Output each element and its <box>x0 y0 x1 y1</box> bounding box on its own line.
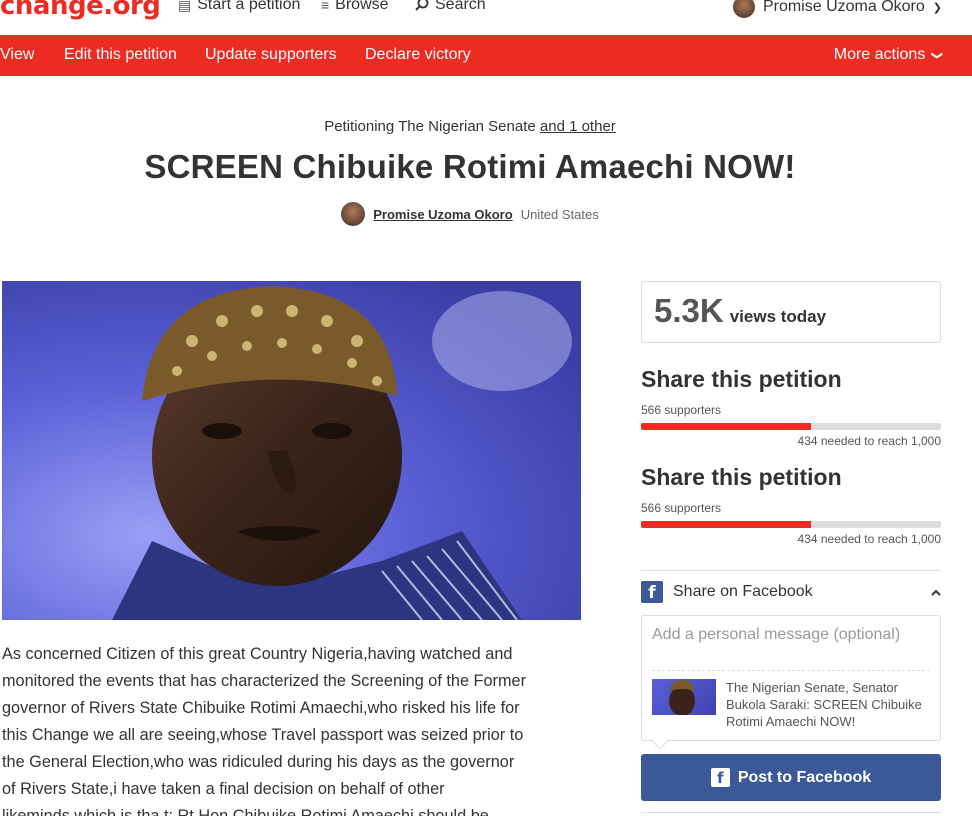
more-actions-label: More actions <box>833 46 926 63</box>
description-line: this Change we all are seeing,whose Trav… <box>2 726 524 744</box>
search-label: Search <box>435 0 486 13</box>
petitioning-target: Petitioning The Nigerian Senate <box>324 118 536 135</box>
chevron-up-icon[interactable] <box>931 585 941 599</box>
share-petition-block: Share this petition 566 supporters 434 n… <box>641 366 941 448</box>
update-supporters-button[interactable]: Update supporters <box>205 46 337 64</box>
description-line: As concerned Citizen of this great Count… <box>2 645 513 663</box>
author-location: United States <box>520 206 599 222</box>
chevron-down-icon: ❯ <box>932 1 942 14</box>
views-number: 5.3K <box>654 292 724 329</box>
page-title: SCREEN Chibuike Rotimi Amaechi NOW! <box>144 148 796 185</box>
facebook-share-section: f Share on Facebook Add a personal messa… <box>641 570 941 750</box>
facebook-preview-text: The Nigerian Senate, Senator Bukola Sara… <box>726 680 922 729</box>
views-counter: 5.3K views today <box>641 281 941 343</box>
user-menu[interactable]: Promise Uzoma Okoro ❯ <box>732 0 942 18</box>
description-line: of Rivers State,i have taken a final dec… <box>2 780 445 798</box>
avatar <box>732 0 755 18</box>
divider <box>652 670 930 671</box>
facebook-share-label: Share on Facebook <box>673 583 813 600</box>
petition-toolbar: View Edit this petition Update supporter… <box>0 35 972 76</box>
view-button[interactable]: View <box>0 46 34 64</box>
supporters-needed: 434 needed to reach 1,000 <box>797 532 941 546</box>
post-to-facebook-button[interactable]: f Post to Facebook <box>641 754 941 801</box>
browse-link[interactable]: ≡ Browse <box>321 0 389 14</box>
declare-victory-button[interactable]: Declare victory <box>365 46 471 64</box>
description-line: likeminds which is tha t: Rt Hon Chibuik… <box>2 807 489 816</box>
divider <box>641 812 941 813</box>
edit-petition-button[interactable]: Edit this petition <box>64 46 177 64</box>
description-line: the General Election,who was ridiculed d… <box>2 753 515 771</box>
share-title: Share this petition <box>641 464 842 490</box>
speech-notch <box>651 732 669 750</box>
start-petition-link[interactable]: ▤ Start a petition <box>178 0 300 14</box>
views-label: views today <box>729 307 827 326</box>
author-name-link[interactable]: Promise Uzoma Okoro <box>373 207 512 222</box>
user-name: Promise Uzoma Okoro <box>762 0 925 15</box>
description-line: monitored the events that has characteri… <box>2 672 526 690</box>
description-line: governor of Rivers State Chibuike Rotimi… <box>2 699 520 717</box>
facebook-share-toggle[interactable]: f Share on Facebook <box>641 581 941 603</box>
search-link[interactable]: Search <box>415 0 486 14</box>
facebook-message-box[interactable]: Add a personal message (optional) The Ni… <box>641 615 941 750</box>
share-petition-block: Share this petition 566 supporters 434 n… <box>641 464 941 546</box>
list-icon: ≡ <box>321 0 330 13</box>
other-targets-link[interactable]: and 1 other <box>540 118 616 135</box>
petition-photo <box>2 281 581 620</box>
petitioning-line: Petitioning The Nigerian Senate and 1 ot… <box>0 118 940 135</box>
author-avatar <box>341 202 366 226</box>
post-to-facebook-label: Post to Facebook <box>737 768 872 786</box>
more-actions-button[interactable]: More actions ❯ <box>833 46 943 64</box>
progress-fill <box>641 521 811 528</box>
author-line: Promise Uzoma Okoro United States <box>0 202 940 226</box>
facebook-icon: f <box>641 581 663 603</box>
top-header: change.org ▤ Start a petition ≡ Browse S… <box>0 0 972 34</box>
browse-label: Browse <box>335 0 389 13</box>
supporters-count: 566 supporters <box>641 403 722 417</box>
facebook-icon: f <box>710 768 730 787</box>
share-title: Share this petition <box>641 366 842 392</box>
progress-fill <box>641 423 811 430</box>
change-org-logo[interactable]: change.org <box>0 0 161 21</box>
facebook-message-input[interactable]: Add a personal message (optional) <box>652 626 900 644</box>
start-petition-label: Start a petition <box>197 0 301 13</box>
document-icon: ▤ <box>178 0 192 13</box>
search-icon <box>415 0 429 14</box>
supporters-needed: 434 needed to reach 1,000 <box>797 434 941 448</box>
petition-thumbnail <box>652 679 716 715</box>
petition-description: As concerned Citizen of this great Count… <box>2 641 587 816</box>
supporters-progress-bar <box>641 521 941 528</box>
supporters-progress-bar <box>641 423 941 430</box>
chevron-down-icon: ❯ <box>930 50 943 61</box>
supporters-count: 566 supporters <box>641 501 722 515</box>
